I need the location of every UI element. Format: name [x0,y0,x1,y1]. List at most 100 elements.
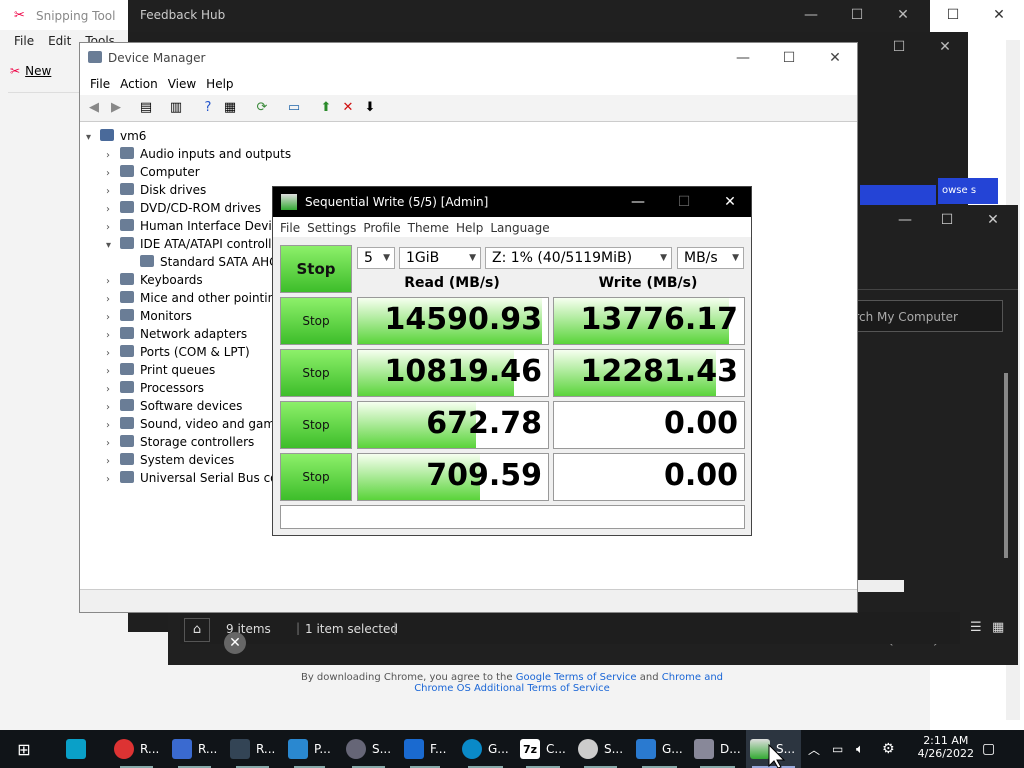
minimize-button[interactable]: — [720,43,766,73]
tree-node[interactable]: Standard SATA AHCI [126,253,281,271]
clock[interactable]: 2:11 AM 4/26/2022 [918,734,974,760]
stop-row1-button[interactable]: Stop [280,297,352,345]
minimize-button[interactable]: — [615,187,661,217]
browse-button[interactable]: owse s [938,178,998,204]
size-select[interactable]: 1GiB ▼ [399,247,481,269]
unit-select[interactable]: MB/s ▼ [677,247,744,269]
close-circle-icon[interactable]: ✕ [224,632,246,654]
menu-action[interactable]: Action [120,77,158,91]
menu-view[interactable]: View [168,77,196,91]
menu-language[interactable]: Language [490,221,549,235]
chrome-os-terms-link[interactable]: Chrome OS Additional Terms of Service [414,683,610,694]
taskbar-item-feedback[interactable]: F... [404,730,446,768]
taskbar-item-edge[interactable]: G... [462,730,509,768]
tree-node[interactable]: › Keyboards [106,271,203,289]
update-driver-icon[interactable]: ⬆ [318,100,334,116]
stop-row4-button[interactable]: Stop [280,453,352,501]
tree-node[interactable]: › DVD/CD-ROM drives [106,199,261,217]
close-button[interactable]: ✕ [880,0,926,30]
view-icon[interactable]: ▦ [222,100,238,116]
download-icon[interactable]: ⬇ [362,100,378,116]
stop-all-button[interactable]: Stop [280,245,352,293]
show-hidden-icons-button[interactable]: ︿ [808,730,820,768]
scrollbar[interactable] [1004,373,1008,558]
taskbar-item-p[interactable]: P... [288,730,331,768]
list-icon[interactable]: ▥ [168,100,184,116]
menu-file[interactable]: File [280,221,300,235]
scan-hardware-icon[interactable]: ⟳ [254,100,270,116]
tree-node[interactable]: › Software devices [106,397,242,415]
maximize-button[interactable]: ☐ [661,187,707,217]
tree-node[interactable]: › System devices [106,451,234,469]
tree-node[interactable]: › Audio inputs and outputs [106,145,291,163]
menu-help[interactable]: Help [456,221,483,235]
taskbar-desktop[interactable] [66,730,92,768]
tree-root[interactable]: ▾ vm6 [86,127,146,145]
snip-menu-file[interactable]: File [14,34,34,48]
volume-icon[interactable]: 🔈︎ [856,730,864,768]
home-icon[interactable]: ⌂ [184,618,210,642]
help-icon[interactable]: ? [200,100,216,116]
menu-theme[interactable]: Theme [408,221,449,235]
google-terms-link[interactable]: Google Terms of Service [516,672,637,683]
uninstall-icon[interactable]: ✕ [340,100,356,116]
stop-row2-button[interactable]: Stop [280,349,352,397]
close-button[interactable]: ✕ [812,43,858,73]
taskbar-item-devmgr[interactable]: D... [694,730,741,768]
tree-node[interactable]: › Processors [106,379,204,397]
tree-node[interactable]: › Mice and other pointing [106,289,283,307]
menu-file[interactable]: File [90,77,110,91]
minimize-button[interactable]: — [882,205,928,235]
tree-node[interactable]: › Computer [106,163,200,181]
menu-help[interactable]: Help [206,77,233,91]
close-button[interactable]: ✕ [922,32,968,62]
stop-row3-button[interactable]: Stop [280,401,352,449]
tree-node[interactable]: › Disk drives [106,181,206,199]
minimize-button[interactable]: ☐ [930,0,976,30]
menu-profile[interactable]: Profile [363,221,400,235]
minimize-button[interactable]: — [788,0,834,30]
notification-icon[interactable]: ▢ [982,730,995,768]
tree-node[interactable]: › Storage controllers [106,433,254,451]
close-button[interactable]: ✕ [970,205,1016,235]
tree-node[interactable]: › Print queues [106,361,215,379]
details-view-icon[interactable]: ☰ [970,620,982,635]
forward-arrow-icon[interactable]: ▶ [108,100,124,116]
taskbar-item-settings[interactable]: S... [346,730,391,768]
maximize-button[interactable]: ☐ [834,0,880,30]
menu-settings[interactable]: Settings [307,221,356,235]
tiles-view-icon[interactable]: ▦ [992,620,1004,635]
network-icon[interactable]: ▭ [832,730,843,768]
tree-node[interactable]: › Sound, video and game [106,415,282,433]
chrome-terms-link[interactable]: Chrome and [662,672,723,683]
comment-field[interactable] [280,505,745,529]
tree-node[interactable]: › Monitors [106,307,192,325]
properties-icon[interactable]: ▤ [138,100,154,116]
start-button[interactable]: ⊞ [14,730,40,768]
gear-icon[interactable]: ⚙ [882,730,895,768]
taskbar-item-7zip[interactable]: 7z C... [520,730,566,768]
maximize-button[interactable]: ☐ [924,205,970,235]
snipping-tool-titlebar: ✂ Snipping Tool [0,0,128,30]
tree-node[interactable]: › Human Interface Devices [106,217,292,235]
tree-node[interactable]: › Ports (COM & LPT) [106,343,250,361]
taskbar-item-snipping[interactable]: S... [578,730,623,768]
snip-new-button[interactable]: ✂ New [10,60,51,79]
tree-node[interactable]: ▾ IDE ATA/ATAPI controllers [106,235,290,253]
taskbar-item-g2[interactable]: G... [636,730,683,768]
drive-select[interactable]: Z: 1% (40/5119MiB) ▼ [485,247,672,269]
taskbar-item-r2[interactable]: R... [172,730,217,768]
tree-node[interactable]: › Network adapters [106,325,247,343]
count-select[interactable]: 5 ▼ [357,247,395,269]
snip-menu-edit[interactable]: Edit [48,34,71,48]
maximize-button[interactable]: ☐ [876,32,922,62]
close-button[interactable]: ✕ [707,187,753,217]
close-button[interactable]: ✕ [976,0,1022,30]
back-arrow-icon[interactable]: ◀ [86,100,102,116]
search-input[interactable]: arch My Computer [838,300,1003,332]
taskbar-item-r3[interactable]: R... [230,730,275,768]
monitor-icon[interactable]: ▭ [286,100,302,116]
maximize-button[interactable]: ☐ [766,43,812,73]
tree-node[interactable]: › Universal Serial Bus cont [106,469,290,487]
taskbar-item-chrome[interactable]: R... [114,730,159,768]
